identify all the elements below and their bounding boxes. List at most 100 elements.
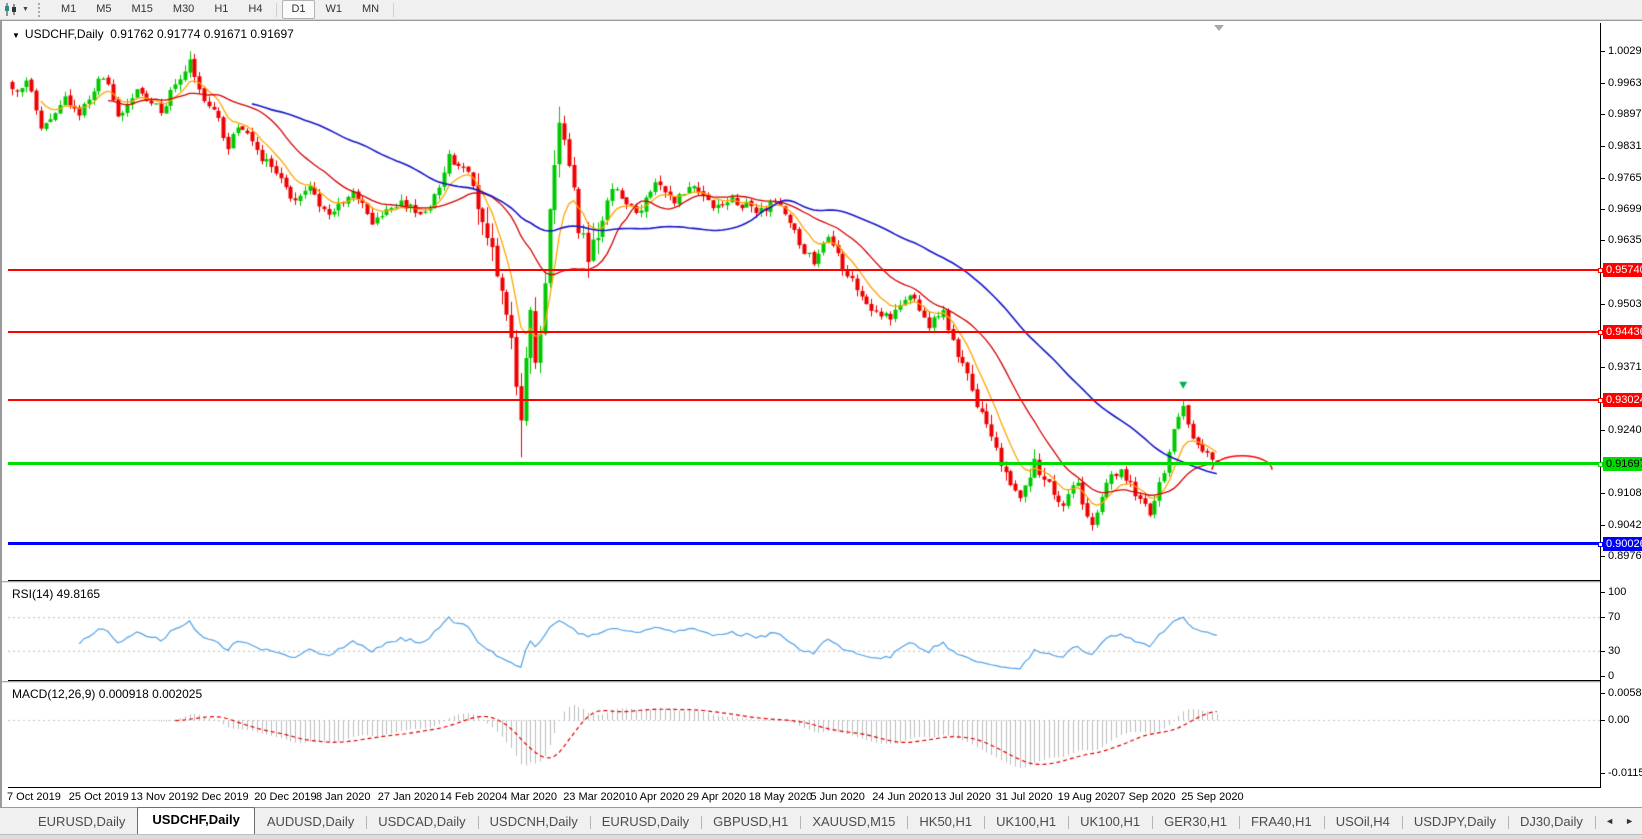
rsi-canvas[interactable]: [8, 584, 1600, 680]
axis-tick-label: 0.95030: [1608, 298, 1642, 310]
date-axis-label: 24 Jun 2020: [872, 791, 933, 803]
axis-tick: [1601, 592, 1605, 593]
axis-tick: [1601, 304, 1605, 305]
axis-tick-label: 0.91085: [1608, 487, 1642, 499]
timeframe-button-mn[interactable]: MN: [353, 0, 388, 19]
timeframe-button-d1[interactable]: D1: [282, 0, 314, 19]
chart-tab[interactable]: GBPUSD,H1: [701, 810, 800, 834]
chart-tab[interactable]: EURUSD,Daily: [26, 810, 137, 834]
tab-scroll-buttons: ◄ ►: [1597, 807, 1642, 834]
date-axis-label: 7 Oct 2019: [7, 791, 61, 803]
chart-shift-marker-icon[interactable]: [1214, 25, 1224, 31]
axis-tick-label: 0.00: [1608, 714, 1629, 726]
axis-tick-label: 100: [1608, 586, 1626, 598]
horizontal-level-line[interactable]: [8, 269, 1600, 271]
axis-tick: [1601, 367, 1605, 368]
date-axis-label: 5 Jun 2020: [810, 791, 864, 803]
axis-tick-label: 1.00295: [1608, 45, 1642, 57]
date-axis-label: 7 Sep 2020: [1119, 791, 1175, 803]
chart-type-icon[interactable]: ▼: [0, 1, 33, 19]
price-axis[interactable]: 1.00295 0.99635 0.98975 0.98315 0.97655 0.969…: [1600, 23, 1642, 788]
chart-symbol-period: USDCHF,Daily: [25, 27, 104, 41]
timeframe-button-h4[interactable]: H4: [239, 0, 271, 19]
chart-tab[interactable]: UK100,H1: [1068, 810, 1152, 834]
axis-tick: [1601, 51, 1605, 52]
macd-label: MACD(12,26,9) 0.000918 0.002025: [12, 687, 202, 701]
chart-tabs: EURUSD,DailyUSDCHF,DailyAUDUSD,DailyUSDC…: [0, 807, 1597, 834]
chart-tab[interactable]: GER30,H1: [1152, 810, 1239, 834]
axis-tick: [1601, 493, 1605, 494]
chart-tab[interactable]: USDJPY,Daily: [1402, 810, 1508, 834]
axis-tick: [1601, 146, 1605, 147]
timeframe-button-h1[interactable]: H1: [205, 0, 237, 19]
collapse-triangle-icon: ▼: [12, 31, 20, 40]
chart-ohlc-values: 0.91762 0.91774 0.91671 0.91697: [110, 27, 294, 41]
level-anchor-square[interactable]: [1598, 330, 1603, 335]
timeframe-button-m30[interactable]: M30: [164, 0, 203, 19]
horizontal-level-line[interactable]: [8, 462, 1600, 465]
horizontal-level-line[interactable]: [8, 542, 1600, 545]
level-price-label: 0.93024: [1603, 393, 1642, 407]
chart-tab[interactable]: XAUUSD,M15: [800, 810, 907, 834]
horizontal-level-line[interactable]: [8, 399, 1600, 401]
main-chart-canvas[interactable]: [8, 23, 1600, 580]
chart-tab[interactable]: FRA40,H1: [1239, 810, 1324, 834]
axis-tick-label: 0.98975: [1608, 108, 1642, 120]
bottom-strip: [0, 834, 1642, 839]
chart-tab[interactable]: DJ30,Daily: [1508, 810, 1595, 834]
timeframe-button-w1[interactable]: W1: [317, 0, 352, 19]
tabs-scroll-left-button[interactable]: ◄: [1601, 814, 1618, 828]
axis-tick-label: 0.99635: [1608, 77, 1642, 89]
date-axis-label: 14 Feb 2020: [440, 791, 502, 803]
main-chart-panel[interactable]: ▼ USDCHF,Daily 0.91762 0.91774 0.91671 0.…: [8, 23, 1600, 581]
date-axis-label: 13 Nov 2019: [131, 791, 193, 803]
date-axis-label: 29 Apr 2020: [687, 791, 746, 803]
axis-tick-label: 0.96995: [1608, 203, 1642, 215]
date-axis-label: 4 Mar 2020: [501, 791, 557, 803]
tabs-scroll-right-button[interactable]: ►: [1621, 814, 1638, 828]
date-axis[interactable]: 7 Oct 201925 Oct 201913 Nov 20192 Dec 20…: [2, 788, 1642, 808]
horizontal-level-line[interactable]: [8, 331, 1600, 333]
axis-tick: [1601, 556, 1605, 557]
chart-tab[interactable]: USOil,H4: [1324, 810, 1402, 834]
chart-tab[interactable]: USDCNH,Daily: [478, 810, 590, 834]
axis-tick: [1601, 720, 1605, 721]
level-anchor-square[interactable]: [1598, 462, 1603, 467]
macd-canvas[interactable]: [8, 684, 1600, 787]
chart-tab[interactable]: UK100,H1: [984, 810, 1068, 834]
chart-tab[interactable]: CHINA300,H1: [1595, 810, 1597, 834]
axis-tick-label: 70: [1608, 611, 1620, 623]
timeframe-button-m1[interactable]: M1: [52, 0, 85, 19]
axis-tick: [1601, 773, 1605, 774]
date-axis-label: 8 Jan 2020: [316, 791, 370, 803]
rsi-label: RSI(14) 49.8165: [12, 587, 100, 601]
dropdown-arrow-icon: ▼: [22, 6, 29, 13]
level-anchor-square[interactable]: [1598, 268, 1603, 273]
top-toolbar: ▼ M1M5M15M30H1H4 D1W1MN: [0, 0, 1642, 20]
axis-tick: [1601, 676, 1605, 677]
axis-tick-label: 0.89765: [1608, 550, 1642, 562]
timeframe-button-m15[interactable]: M15: [123, 0, 162, 19]
level-anchor-square[interactable]: [1598, 398, 1603, 403]
date-axis-label: 13 Jul 2020: [934, 791, 991, 803]
macd-panel[interactable]: MACD(12,26,9) 0.000918 0.002025: [8, 684, 1600, 788]
rsi-panel[interactable]: RSI(14) 49.8165: [8, 584, 1600, 681]
axis-tick-label: 0.97655: [1608, 172, 1642, 184]
chart-tab[interactable]: EURUSD,Daily: [590, 810, 701, 834]
axis-tick-label: 0.98315: [1608, 140, 1642, 152]
timeframe-button-m5[interactable]: M5: [87, 0, 120, 19]
axis-tick: [1601, 651, 1605, 652]
toolbar-grip[interactable]: [38, 3, 44, 17]
chart-tab[interactable]: USDCHF,Daily: [137, 807, 254, 834]
chart-tab[interactable]: USDCAD,Daily: [366, 810, 477, 834]
date-axis-label: 20 Dec 2019: [254, 791, 316, 803]
date-axis-label: 25 Oct 2019: [69, 791, 129, 803]
chart-tab[interactable]: AUDUSD,Daily: [255, 810, 366, 834]
chart-tab[interactable]: HK50,H1: [907, 810, 984, 834]
axis-tick: [1601, 525, 1605, 526]
level-anchor-square[interactable]: [1598, 542, 1603, 547]
toolbar-separator: [276, 3, 277, 17]
chart-tab-bar: EURUSD,DailyUSDCHF,DailyAUDUSD,DailyUSDC…: [0, 807, 1642, 834]
axis-tick: [1601, 693, 1605, 694]
axis-tick-label: 0.005818: [1608, 687, 1642, 699]
